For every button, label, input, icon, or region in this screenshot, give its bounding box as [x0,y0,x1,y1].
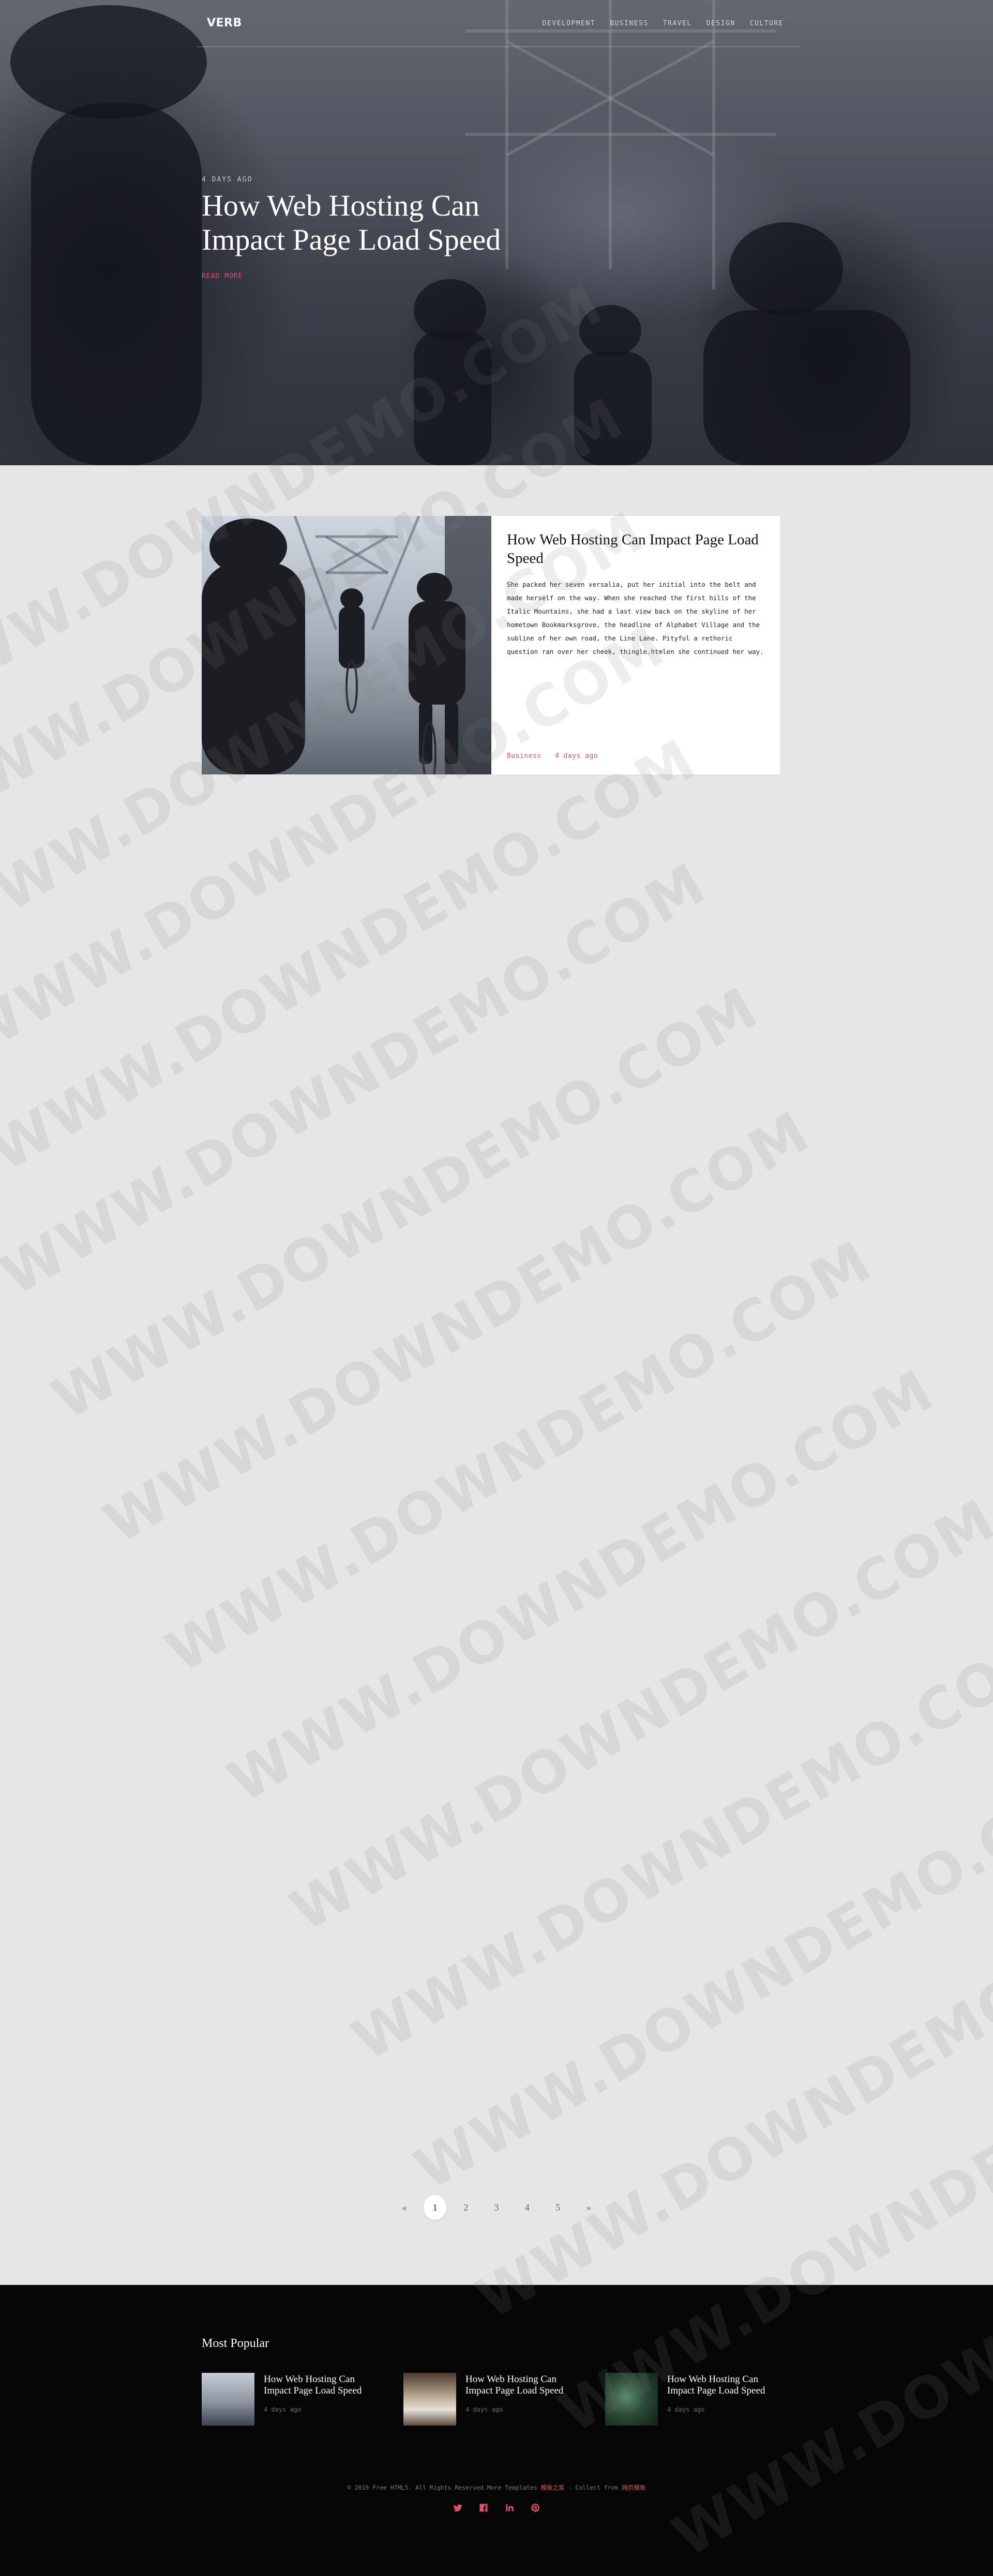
copyright-mid: - Collect from [564,2484,622,2491]
popular-date: 4 days ago [667,2406,705,2413]
cyclists-photo [202,516,491,774]
nav-link-business[interactable]: BUSINESS [610,20,649,27]
popular-title[interactable]: How Web Hosting Can Impact Page Load Spe… [667,2374,782,2397]
copyright-text: © 2019 Free HTML5. All Rights Reserved.M… [0,2483,993,2492]
site-logo[interactable]: VERB [207,17,242,29]
popular-thumbnail[interactable] [403,2373,456,2426]
pagination-prev[interactable]: « [393,2195,415,2220]
nav-link-design[interactable]: DESIGN [706,20,735,27]
popular-thumbnail[interactable] [605,2373,658,2426]
pagination-page-3[interactable]: 3 [485,2195,507,2220]
pagination-page-2[interactable]: 2 [455,2195,477,2220]
copyright-link-collect[interactable]: 网页模板 [622,2484,645,2491]
pinterest-icon[interactable] [530,2502,541,2513]
hero-content: 4 DAYS AGO How Web Hosting Can Impact Pa… [202,176,522,280]
facebook-icon[interactable] [478,2502,489,2513]
pagination-page-1[interactable]: 1 [424,2195,446,2220]
most-popular-heading: Most Popular [202,2337,269,2350]
social-links [0,2502,993,2513]
pagination: « 1 2 3 4 5 » [393,2194,600,2220]
post-category[interactable]: Business [507,752,541,760]
pagination-page-4[interactable]: 4 [516,2195,538,2220]
site-footer: Most Popular How Web Hosting Can Impact … [0,2285,993,2576]
hero-read-more-link[interactable]: READ MORE [202,272,243,280]
hero-title[interactable]: How Web Hosting Can Impact Page Load Spe… [202,189,522,257]
watermark-text: WWW.DOWNDEMO.COM [0,726,708,1184]
pagination-next[interactable]: » [578,2195,600,2220]
pagination-page-5[interactable]: 5 [547,2195,569,2220]
post-title[interactable]: How Web Hosting Can Impact Page Load Spe… [507,530,765,568]
copyright-link-templates[interactable]: 模板之家 [541,2484,565,2491]
watermark-text: WWW.DOWNDEMO.COM [403,1744,993,2203]
twitter-icon[interactable] [452,2502,463,2513]
popular-item[interactable]: How Web Hosting Can Impact Page Load Spe… [202,2373,379,2427]
popular-item[interactable]: How Web Hosting Can Impact Page Load Spe… [403,2373,580,2427]
popular-item[interactable]: How Web Hosting Can Impact Page Load Spe… [605,2373,782,2427]
watermark-text: WWW.DOWNDEMO.COM [465,1873,993,2332]
post-body: How Web Hosting Can Impact Page Load Spe… [507,530,765,760]
linkedin-icon[interactable] [504,2502,515,2513]
top-navigation: VERB DEVELOPMENT BUSINESS TRAVEL DESIGN … [197,0,799,47]
nav-link-culture[interactable]: CULTURE [750,20,784,27]
hero-date: 4 DAYS AGO [202,176,253,184]
popular-date: 4 days ago [264,2406,302,2413]
popular-title[interactable]: How Web Hosting Can Impact Page Load Spe… [264,2374,379,2397]
nav-links: DEVELOPMENT BUSINESS TRAVEL DESIGN CULTU… [543,20,784,27]
watermark-text: WWW.DOWNDEMO.COM [279,1486,993,1944]
post-date: 4 days ago [554,752,598,760]
copyright-prefix: © 2019 Free HTML5. All Rights Reserved.M… [347,2484,541,2491]
nav-link-development[interactable]: DEVELOPMENT [543,20,596,27]
watermark-text: WWW.DOWNDEMO.COM [0,850,718,1308]
nav-link-travel[interactable]: TRAVEL [663,20,692,27]
post-excerpt: She packed her seven versalia, put her i… [507,581,764,656]
popular-title[interactable]: How Web Hosting Can Impact Page Load Spe… [465,2374,580,2397]
watermark-text: WWW.DOWNDEMO.COM [341,1615,993,2074]
watermark-text: WWW.DOWNDEMO.COM [217,1356,945,1815]
post-image[interactable] [202,516,491,774]
post-meta: Business 4 days ago [507,752,607,760]
popular-date: 4 days ago [465,2406,503,2413]
popular-thumbnail[interactable] [202,2373,254,2426]
most-popular-list: How Web Hosting Can Impact Page Load Spe… [202,2373,782,2427]
post-card[interactable]: How Web Hosting Can Impact Page Load Spe… [202,516,780,774]
watermark-text: WWW.DOWNDEMO.COM [155,1227,883,1686]
hero-section: VERB DEVELOPMENT BUSINESS TRAVEL DESIGN … [0,0,993,465]
watermark-text: WWW.DOWNDEMO.COM [93,1098,821,1557]
watermark-text: WWW.DOWNDEMO.COM [41,974,770,1432]
